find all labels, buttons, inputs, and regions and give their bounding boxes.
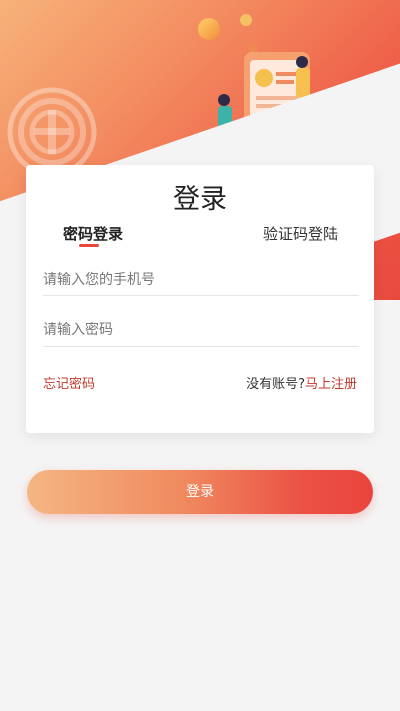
register-link[interactable]: 马上注册	[305, 377, 357, 392]
login-card: 登录 密码登录 验证码登陆 忘记密码 没有账号?马上注册	[26, 165, 374, 433]
register-prompt: 没有账号?马上注册	[246, 373, 357, 392]
forgot-password-link[interactable]: 忘记密码	[43, 373, 95, 392]
password-input[interactable]	[43, 317, 359, 343]
decor-bubble-icon	[198, 18, 220, 40]
page-title: 登录	[173, 184, 227, 215]
no-account-label: 没有账号?	[246, 377, 305, 392]
divider	[43, 346, 359, 347]
decor-bubble-icon	[240, 14, 252, 26]
active-tab-indicator	[79, 244, 99, 247]
login-button[interactable]: 登录	[27, 470, 373, 514]
tab-code-login[interactable]: 验证码登陆	[263, 223, 338, 244]
phone-input[interactable]	[43, 267, 359, 293]
tab-password-login[interactable]: 密码登录	[63, 223, 123, 244]
divider	[43, 295, 359, 296]
